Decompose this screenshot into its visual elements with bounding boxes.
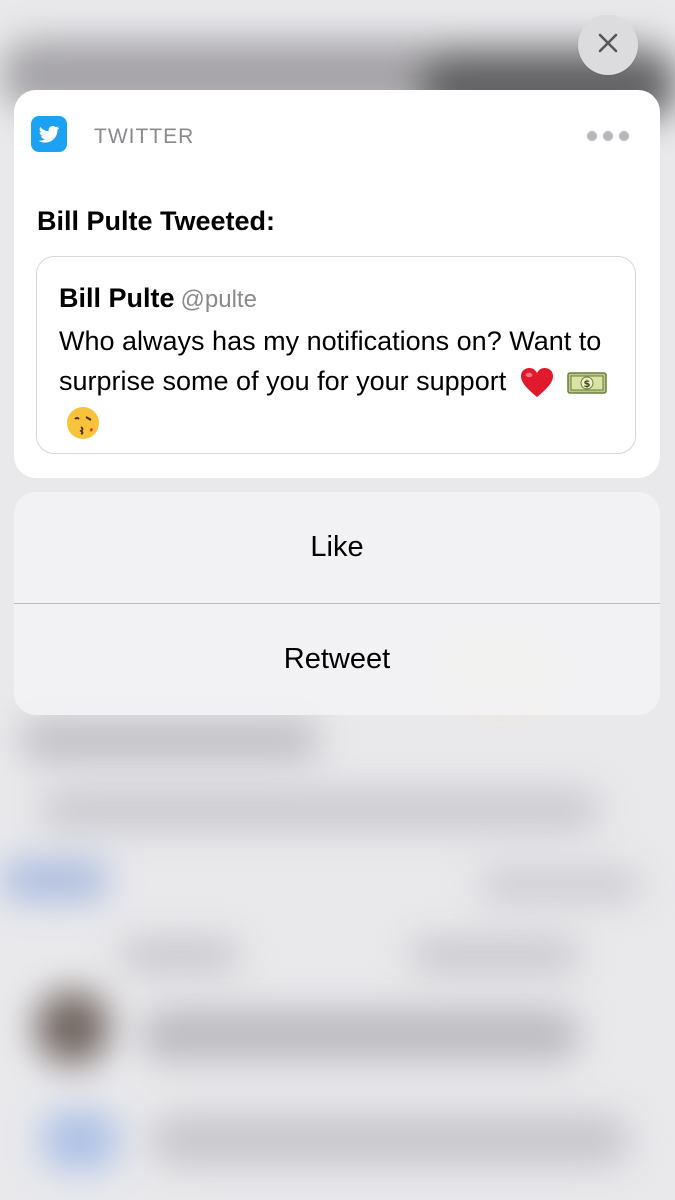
- notification-card[interactable]: TWITTER Bill Pulte Tweeted: Bill Pulte @p…: [14, 90, 660, 478]
- tweet-text-container: Who always has my notifications on? Want…: [59, 321, 619, 441]
- money-emoji: $: [567, 369, 607, 397]
- tweet-header: Bill Pulte @pulte: [59, 283, 257, 314]
- close-icon: [597, 32, 619, 59]
- like-button[interactable]: Like: [14, 492, 660, 603]
- heart-emoji: [520, 367, 554, 399]
- kiss-face-emoji: [65, 405, 101, 441]
- tweet-handle: @pulte: [180, 286, 257, 313]
- close-button[interactable]: [578, 15, 638, 75]
- tweet-preview[interactable]: Bill Pulte @pulte Who always has my notif…: [36, 256, 636, 454]
- app-name: TWITTER: [94, 125, 195, 148]
- tweet-author: Bill Pulte: [59, 283, 175, 313]
- quick-actions-menu: Like Retweet: [14, 492, 660, 715]
- svg-text:$: $: [584, 379, 591, 390]
- notification-headline: Bill Pulte Tweeted:: [37, 206, 276, 236]
- twitter-bird-icon: [31, 116, 67, 152]
- more-dots-icon[interactable]: [587, 130, 631, 142]
- retweet-button[interactable]: Retweet: [14, 604, 660, 715]
